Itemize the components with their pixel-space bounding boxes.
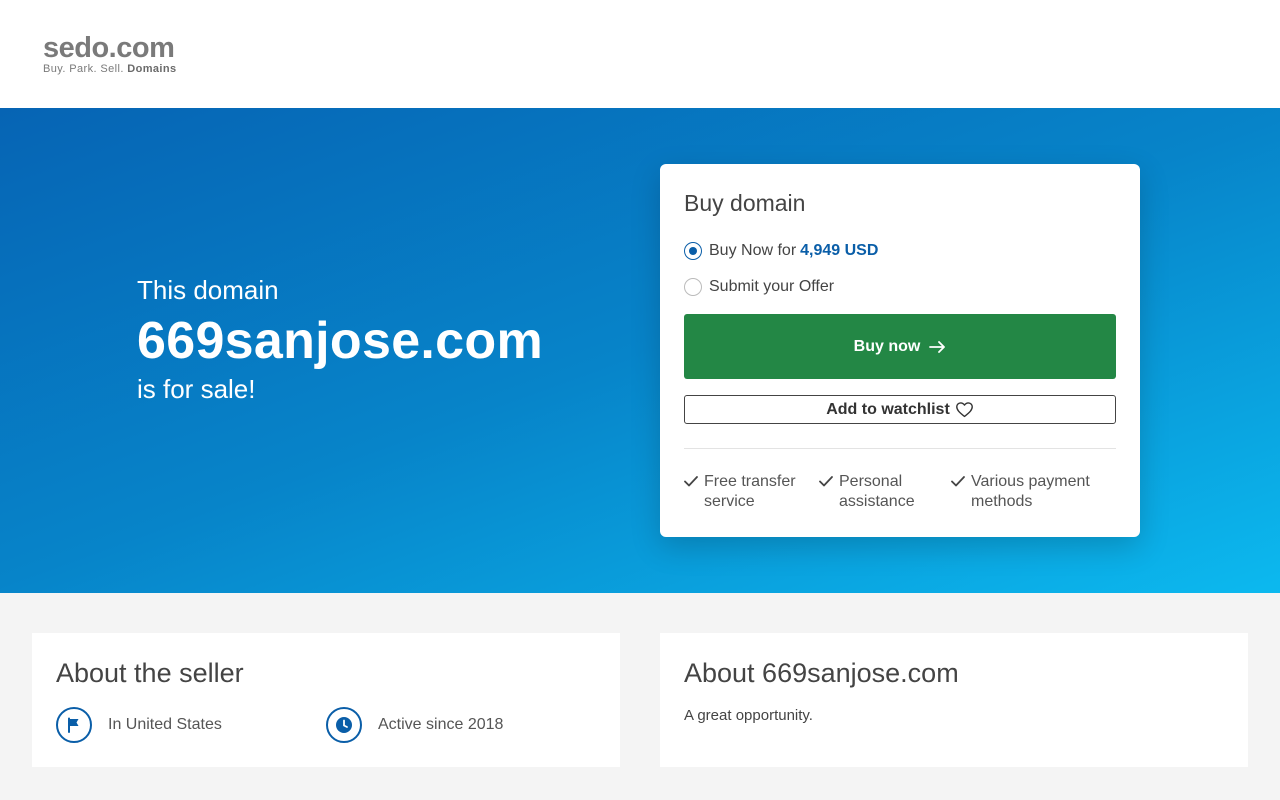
buy-now-button[interactable]: Buy now <box>684 314 1116 379</box>
sedo-logo[interactable]: sedo.com Buy. Park. Sell. Domains <box>43 33 177 75</box>
logo-wordmark: sedo.com <box>43 32 175 64</box>
hero-intro: This domain <box>137 275 279 305</box>
about-domain-description: A great opportunity. <box>684 707 813 724</box>
seller-active-since: Active since 2018 <box>326 707 503 743</box>
buy-domain-card: Buy domain Buy Now for 4,949 USD Submit … <box>660 164 1140 537</box>
clock-icon <box>326 707 362 743</box>
seller-location: In United States <box>56 707 222 743</box>
buy-now-option[interactable]: Buy Now for 4,949 USD <box>684 241 878 261</box>
about-seller-title: About the seller <box>56 658 244 688</box>
buy-card-title: Buy domain <box>684 190 806 216</box>
card-divider <box>684 448 1116 449</box>
feature-personal-assistance: Personal assistance <box>819 472 939 512</box>
seller-active-since-text: Active since 2018 <box>378 716 504 733</box>
check-icon <box>951 476 965 487</box>
submit-offer-option[interactable]: Submit your Offer <box>684 277 834 297</box>
logo-tagline-bold: Domains <box>127 63 177 75</box>
buy-now-button-label: Buy now <box>853 337 921 355</box>
hero-text: This domain 669sanjose.com is for sale! <box>137 274 543 405</box>
check-icon <box>684 476 698 487</box>
buy-now-label: Buy Now for <box>709 242 797 259</box>
buy-now-price: 4,949 USD <box>800 242 879 259</box>
feature-various-payment: Various payment methods <box>951 472 1111 512</box>
logo-tagline-text: Buy. Park. Sell. <box>43 63 124 75</box>
buy-now-radio[interactable] <box>684 242 702 260</box>
about-domain-panel: About 669sanjose.com A great opportunity… <box>660 633 1248 767</box>
feature-label: Various payment methods <box>971 473 1090 510</box>
submit-offer-label: Submit your Offer <box>709 278 835 295</box>
heart-icon <box>955 402 973 418</box>
about-seller-panel: About the seller In United States Active… <box>32 633 620 767</box>
seller-location-text: In United States <box>108 716 222 733</box>
feature-label: Personal assistance <box>839 473 915 510</box>
add-to-watchlist-button[interactable]: Add to watchlist <box>684 395 1116 424</box>
hero-for-sale: is for sale! <box>137 374 256 404</box>
site-header: sedo.com Buy. Park. Sell. Domains <box>0 0 1280 108</box>
arrow-right-icon <box>929 340 946 353</box>
hero-domain-name: 669sanjose.com <box>137 312 543 370</box>
check-icon <box>819 476 833 487</box>
submit-offer-radio[interactable] <box>684 278 702 296</box>
flag-icon <box>56 707 92 743</box>
feature-label: Free transfer service <box>704 473 796 510</box>
watchlist-button-label: Add to watchlist <box>826 400 950 418</box>
logo-tagline: Buy. Park. Sell. Domains <box>43 63 177 75</box>
about-domain-title: About 669sanjose.com <box>684 658 959 688</box>
feature-free-transfer: Free transfer service <box>684 472 814 512</box>
